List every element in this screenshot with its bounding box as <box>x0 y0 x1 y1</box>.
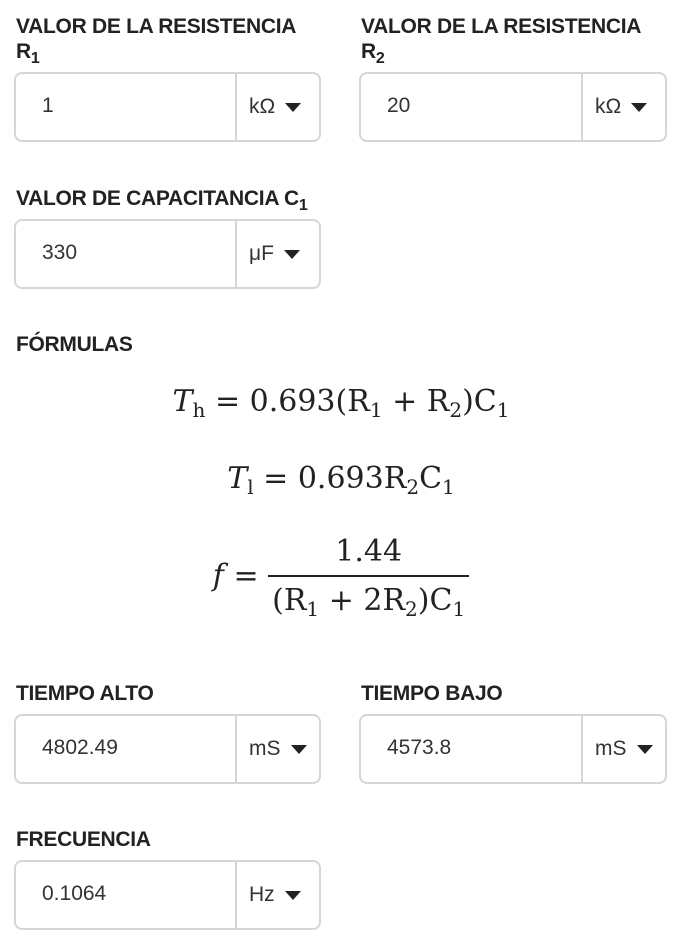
c1-label-text: VALOR DE CAPACITANCIA C <box>16 187 299 210</box>
formula-th: Th = 0.693(R1 + R2)C1 <box>0 384 682 422</box>
f-denominator: (R1 + 2R2)C1 <box>268 575 470 621</box>
freq-unit-select[interactable]: Hz <box>235 862 319 928</box>
r2-unit-select[interactable]: kΩ <box>581 74 665 140</box>
formula-f: f = 1.44 (R1 + 2R2)C1 <box>0 534 682 621</box>
tl-rhs: = 0.693R <box>253 461 407 496</box>
c1-label: VALOR DE CAPACITANCIA C1 <box>16 186 416 214</box>
r1-field: 1 kΩ <box>14 72 321 142</box>
r2-label-r: R <box>361 40 376 63</box>
tl-s1: 2 <box>406 475 420 499</box>
tl-s2: 1 <box>442 475 455 499</box>
f-fraction: 1.44 (R1 + 2R2)C1 <box>268 534 470 621</box>
th-rhs: = 0.693(R <box>205 384 370 419</box>
f-eq: = <box>223 558 269 594</box>
f-s3: 1 <box>452 597 466 621</box>
r2-unit-text: kΩ <box>595 95 622 118</box>
th-end: )C <box>462 384 497 419</box>
th-s1: 1 <box>369 398 383 422</box>
t-high-label: TIEMPO ALTO <box>16 682 154 705</box>
freq-output[interactable]: 0.1064 <box>16 860 235 928</box>
f-den-b: + 2R <box>319 583 406 618</box>
r1-input[interactable]: 1 <box>16 72 235 140</box>
caret-down-icon <box>285 102 302 112</box>
tl-lhs: T <box>227 461 248 496</box>
c1-unit-text: μF <box>249 242 274 265</box>
tl-mid: C <box>419 461 443 496</box>
f-lhs: f <box>212 558 224 594</box>
caret-down-icon <box>284 890 301 900</box>
formulas-title: FÓRMULAS <box>16 333 133 356</box>
t-high-field: 4802.49 mS <box>14 714 321 784</box>
f-numerator: 1.44 <box>335 534 403 569</box>
th-s2: 2 <box>449 398 463 422</box>
th-mid: + R <box>382 384 450 419</box>
r1-label-text: VALOR DE LA RESISTENCIA <box>16 15 297 38</box>
formula-tl: Tl = 0.693R2C1 <box>0 461 682 499</box>
t-low-label: TIEMPO BAJO <box>361 682 503 705</box>
r2-label: VALOR DE LA RESISTENCIA R2 <box>361 14 681 67</box>
c1-input[interactable]: 330 <box>16 219 235 287</box>
t-low-unit-text: mS <box>595 737 627 760</box>
r1-unit-select[interactable]: kΩ <box>235 74 319 140</box>
r1-label-sub: 1 <box>30 50 40 67</box>
t-low-output[interactable]: 4573.8 <box>361 714 581 782</box>
c1-field: 330 μF <box>14 219 321 289</box>
t-high-output[interactable]: 4802.49 <box>16 714 235 782</box>
r2-label-text: VALOR DE LA RESISTENCIA <box>361 15 642 38</box>
r1-unit-text: kΩ <box>249 95 276 118</box>
t-high-unit-text: mS <box>249 737 281 760</box>
r2-input[interactable]: 20 <box>361 72 581 140</box>
t-low-unit-select[interactable]: mS <box>581 716 665 782</box>
c1-label-sub: 1 <box>298 197 308 214</box>
f-den-a: (R <box>272 583 307 618</box>
th-lhs: T <box>172 384 193 419</box>
r1-label: VALOR DE LA RESISTENCIA R1 <box>16 14 336 67</box>
f-s2: 2 <box>405 597 418 621</box>
caret-down-icon <box>290 744 307 754</box>
t-high-unit-select[interactable]: mS <box>235 716 319 782</box>
freq-unit-text: Hz <box>249 883 275 906</box>
f-den-c: )C <box>417 583 453 618</box>
t-low-field: 4573.8 mS <box>359 714 667 784</box>
freq-label: FRECUENCIA <box>16 828 151 851</box>
th-s3: 1 <box>496 398 510 422</box>
r1-label-r: R <box>16 40 31 63</box>
caret-down-icon <box>636 744 653 754</box>
caret-down-icon <box>631 102 648 112</box>
th-lhs-sub: h <box>192 398 206 422</box>
f-s1: 1 <box>306 597 320 621</box>
r2-label-sub: 2 <box>375 50 385 67</box>
caret-down-icon <box>283 249 300 259</box>
c1-unit-select[interactable]: μF <box>235 221 319 287</box>
r2-field: 20 kΩ <box>359 72 667 142</box>
freq-field: 0.1064 Hz <box>14 860 321 930</box>
